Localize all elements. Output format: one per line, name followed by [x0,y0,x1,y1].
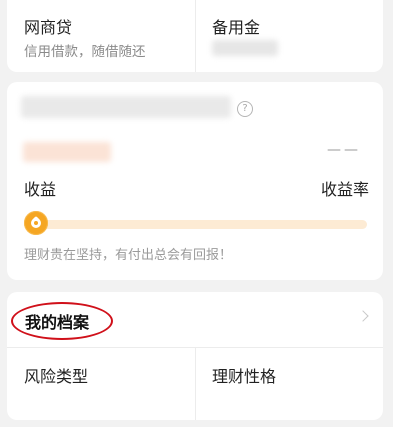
blurred-earnings-value [23,142,111,162]
investment-personality-entry[interactable]: 理财性格 [196,348,383,420]
yield-value: —— [327,142,361,158]
profile-card: 我的档案 风险类型 理财性格 [7,292,383,420]
my-profile-title: 我的档案 [25,313,90,332]
mybank-loan-entry[interactable]: 网商贷 信用借款，随借随还 [7,0,196,72]
earnings-card: ? —— 收益 收益率 理财贵在坚持，有付出总会有回报！ [7,82,383,280]
blurred-earnings-heading [21,96,231,118]
risk-type-label: 风险类型 [24,367,89,386]
my-profile-header[interactable]: 我的档案 [7,292,383,348]
reserve-fund-entry[interactable]: 备用金 [196,0,383,72]
mybank-loan-title: 网商贷 [24,18,73,37]
mybank-loan-subtitle: 信用借款，随借随还 [24,44,146,60]
income-label: 收益 [24,180,57,199]
loans-card: 网商贷 信用借款，随借随还 备用金 [7,0,383,72]
question-circle-icon[interactable]: ? [237,101,253,117]
progress-track [25,220,367,229]
investment-personality-label: 理财性格 [212,367,277,386]
reserve-fund-title: 备用金 [212,18,261,37]
encouragement-text: 理财贵在坚持，有付出总会有回报！ [24,248,233,263]
chevron-right-icon [357,310,369,322]
progress-knob-tag-icon [24,211,48,235]
risk-type-entry[interactable]: 风险类型 [7,348,196,420]
blurred-reserve-amount [212,40,278,56]
yield-label: 收益率 [320,180,369,199]
